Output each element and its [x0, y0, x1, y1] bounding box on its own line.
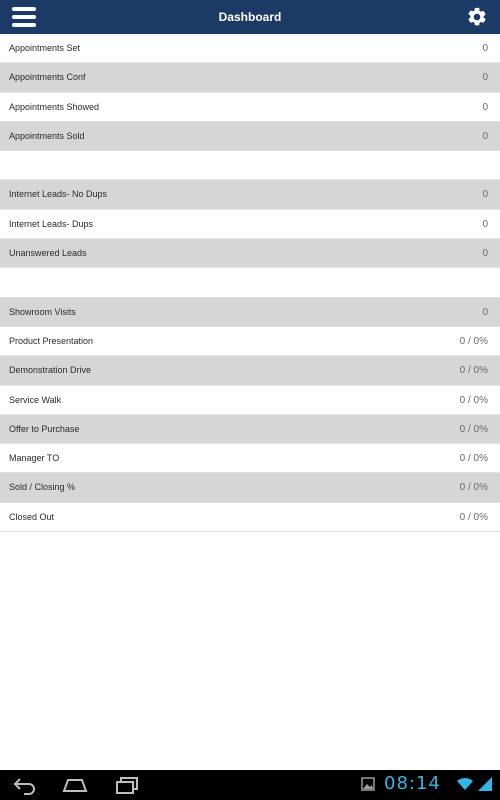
list-item[interactable]: Internet Leads- No Dups 0: [0, 180, 500, 210]
list-item[interactable]: Offer to Purchase 0 / 0%: [0, 414, 500, 445]
row-value: 0: [482, 218, 488, 230]
row-value: 0 / 0%: [459, 394, 488, 406]
row-label: Showroom Visits: [9, 306, 76, 317]
system-nav-bar: 08:14: [0, 770, 500, 800]
row-label: Closed Out: [9, 511, 55, 522]
app-screen: Dashboard Appointments Set 0 Appointment…: [0, 0, 500, 800]
signal-icon: [478, 777, 494, 796]
list-item[interactable]: Appointments Conf 0: [0, 63, 500, 93]
list-item[interactable]: Appointments Set 0: [0, 34, 500, 64]
row-label: Demonstration Drive: [9, 365, 92, 376]
row-value: 0 / 0%: [459, 511, 488, 523]
row-label: Sold / Closing %: [9, 482, 76, 493]
back-icon[interactable]: [12, 775, 38, 795]
wifi-icon: [457, 777, 473, 796]
row-label: Product Presentation: [9, 335, 94, 346]
row-value: 0: [482, 101, 488, 113]
row-label: Internet Leads- No Dups: [9, 189, 108, 200]
row-label: Service Walk: [9, 394, 62, 405]
list-item[interactable]: Unanswered Leads 0: [0, 239, 500, 269]
row-label: Unanswered Leads: [9, 248, 87, 259]
row-value: 0: [482, 248, 488, 260]
list-item[interactable]: Showroom Visits 0: [0, 297, 500, 327]
home-icon[interactable]: [62, 775, 88, 795]
row-value: 0 / 0%: [459, 482, 488, 494]
list-item[interactable]: Internet Leads- Dups 0: [0, 209, 500, 240]
list-item[interactable]: Demonstration Drive 0 / 0%: [0, 356, 500, 386]
row-label: Appointments Sold: [9, 130, 85, 141]
list-item[interactable]: Sold / Closing % 0 / 0%: [0, 473, 500, 503]
image-notification-icon: [361, 777, 375, 796]
row-label: Appointments Conf: [9, 72, 86, 83]
list-item[interactable]: Appointments Sold 0: [0, 121, 500, 152]
row-value: 0 / 0%: [459, 453, 488, 465]
list-item[interactable]: Product Presentation 0 / 0%: [0, 326, 500, 357]
row-value: 0: [482, 306, 488, 318]
row-label: Appointments Showed: [9, 101, 100, 112]
list-item[interactable]: Appointments Showed 0: [0, 92, 500, 122]
header-bar: Dashboard: [0, 0, 500, 35]
row-label: Internet Leads- Dups: [9, 218, 94, 229]
row-value: 0: [482, 130, 488, 142]
dashboard-list: Appointments Set 0 Appointments Conf 0 A…: [0, 34, 500, 533]
row-value: 0: [482, 43, 488, 54]
list-item[interactable]: Service Walk 0 / 0%: [0, 385, 500, 415]
recent-apps-icon[interactable]: [114, 775, 140, 795]
clock-time: 08:14: [384, 773, 441, 794]
gear-icon[interactable]: [466, 6, 488, 28]
row-value: 0: [482, 189, 488, 201]
row-value: 0 / 0%: [459, 365, 488, 377]
row-label: Appointments Set: [9, 43, 81, 53]
row-value: 0: [482, 72, 488, 84]
list-item[interactable]: Manager TO 0 / 0%: [0, 444, 500, 474]
page-title: Dashboard: [218, 10, 282, 24]
row-label: Offer to Purchase: [9, 423, 80, 434]
row-value: 0 / 0%: [459, 335, 488, 347]
row-label: Manager TO: [9, 453, 60, 464]
list-item[interactable]: Closed Out 0 / 0%: [0, 502, 500, 533]
section-spacer: [0, 151, 500, 181]
section-spacer: [0, 268, 500, 298]
row-value: 0 / 0%: [459, 423, 488, 435]
